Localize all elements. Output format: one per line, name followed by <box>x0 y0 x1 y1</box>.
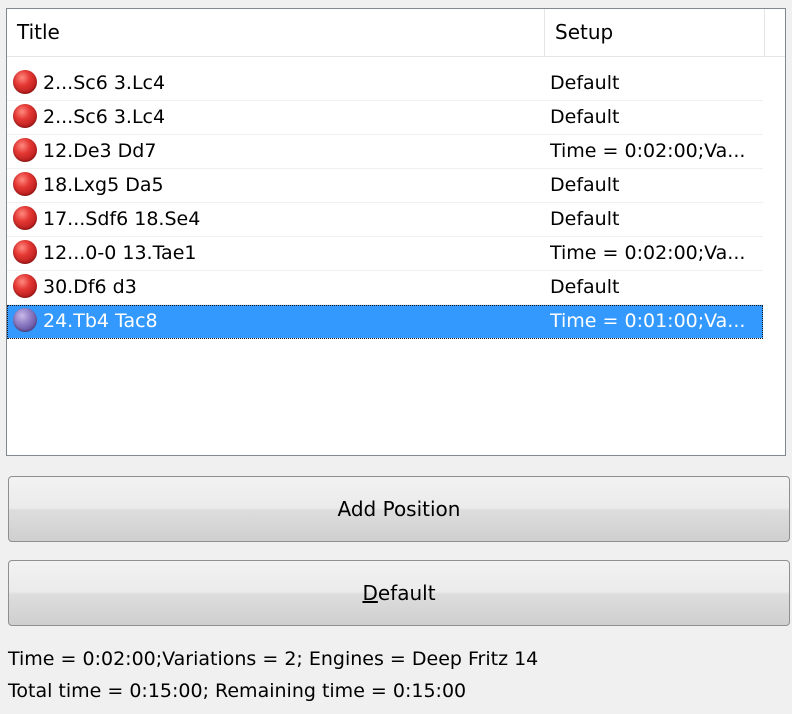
row-setup: Default <box>550 276 620 298</box>
row-title: 12.De3 Dd7 <box>43 140 157 162</box>
table-row[interactable]: 30.Df6 d3 Default <box>7 271 763 305</box>
row-setup: Time = 0:02:00;Va... <box>550 242 746 264</box>
table-row[interactable]: 18.Lxg5 Da5 Default <box>7 169 763 203</box>
table-row[interactable]: 12.De3 Dd7 Time = 0:02:00;Va... <box>7 135 763 169</box>
table-row[interactable]: 2...Sc6 3.Lc4 Default <box>7 101 763 135</box>
row-setup: Default <box>550 208 620 230</box>
row-title: 30.Df6 d3 <box>43 276 137 298</box>
row-setup: Default <box>550 106 620 128</box>
red-ball-icon <box>13 138 37 162</box>
row-setup: Time = 0:01:00;Va... <box>550 310 746 332</box>
table-row-selected[interactable]: 24.Tb4 Tac8 Time = 0:01:00;Va... <box>7 305 763 339</box>
column-header-title[interactable]: Title <box>7 9 545 56</box>
table-row[interactable]: 12...0-0 13.Tae1 Time = 0:02:00;Va... <box>7 237 763 271</box>
row-setup: Time = 0:02:00;Va... <box>550 140 746 162</box>
row-title: 2...Sc6 3.Lc4 <box>43 106 166 128</box>
default-mnemonic: D <box>362 581 378 605</box>
time-summary-text: Total time = 0:15:00; Remaining time = 0… <box>8 680 467 702</box>
row-title: 12...0-0 13.Tae1 <box>43 242 197 264</box>
position-list[interactable]: Title Setup 2...Sc6 3.Lc4 Default 2...Sc… <box>6 8 786 456</box>
row-title: 24.Tb4 Tac8 <box>43 310 158 332</box>
red-ball-icon <box>13 274 37 298</box>
purple-ball-icon <box>13 308 37 332</box>
default-button[interactable]: Default <box>8 560 790 626</box>
list-rows: 2...Sc6 3.Lc4 Default 2...Sc6 3.Lc4 Defa… <box>7 67 763 339</box>
default-label-rest: efault <box>377 581 436 605</box>
red-ball-icon <box>13 104 37 128</box>
row-title: 17...Sdf6 18.Se4 <box>43 208 201 230</box>
list-header: Title Setup <box>7 9 785 57</box>
row-title: 18.Lxg5 Da5 <box>43 174 164 196</box>
row-title: 2...Sc6 3.Lc4 <box>43 72 166 94</box>
table-row[interactable]: 17...Sdf6 18.Se4 Default <box>7 203 763 237</box>
red-ball-icon <box>13 240 37 264</box>
red-ball-icon <box>13 70 37 94</box>
table-row[interactable]: 2...Sc6 3.Lc4 Default <box>7 67 763 101</box>
column-header-filler <box>765 9 785 56</box>
row-setup: Default <box>550 72 620 94</box>
red-ball-icon <box>13 206 37 230</box>
red-ball-icon <box>13 172 37 196</box>
column-header-setup[interactable]: Setup <box>545 9 765 56</box>
setup-summary-text: Time = 0:02:00;Variations = 2; Engines =… <box>8 648 539 670</box>
add-position-button[interactable]: Add Position <box>8 476 790 542</box>
row-setup: Default <box>550 174 620 196</box>
